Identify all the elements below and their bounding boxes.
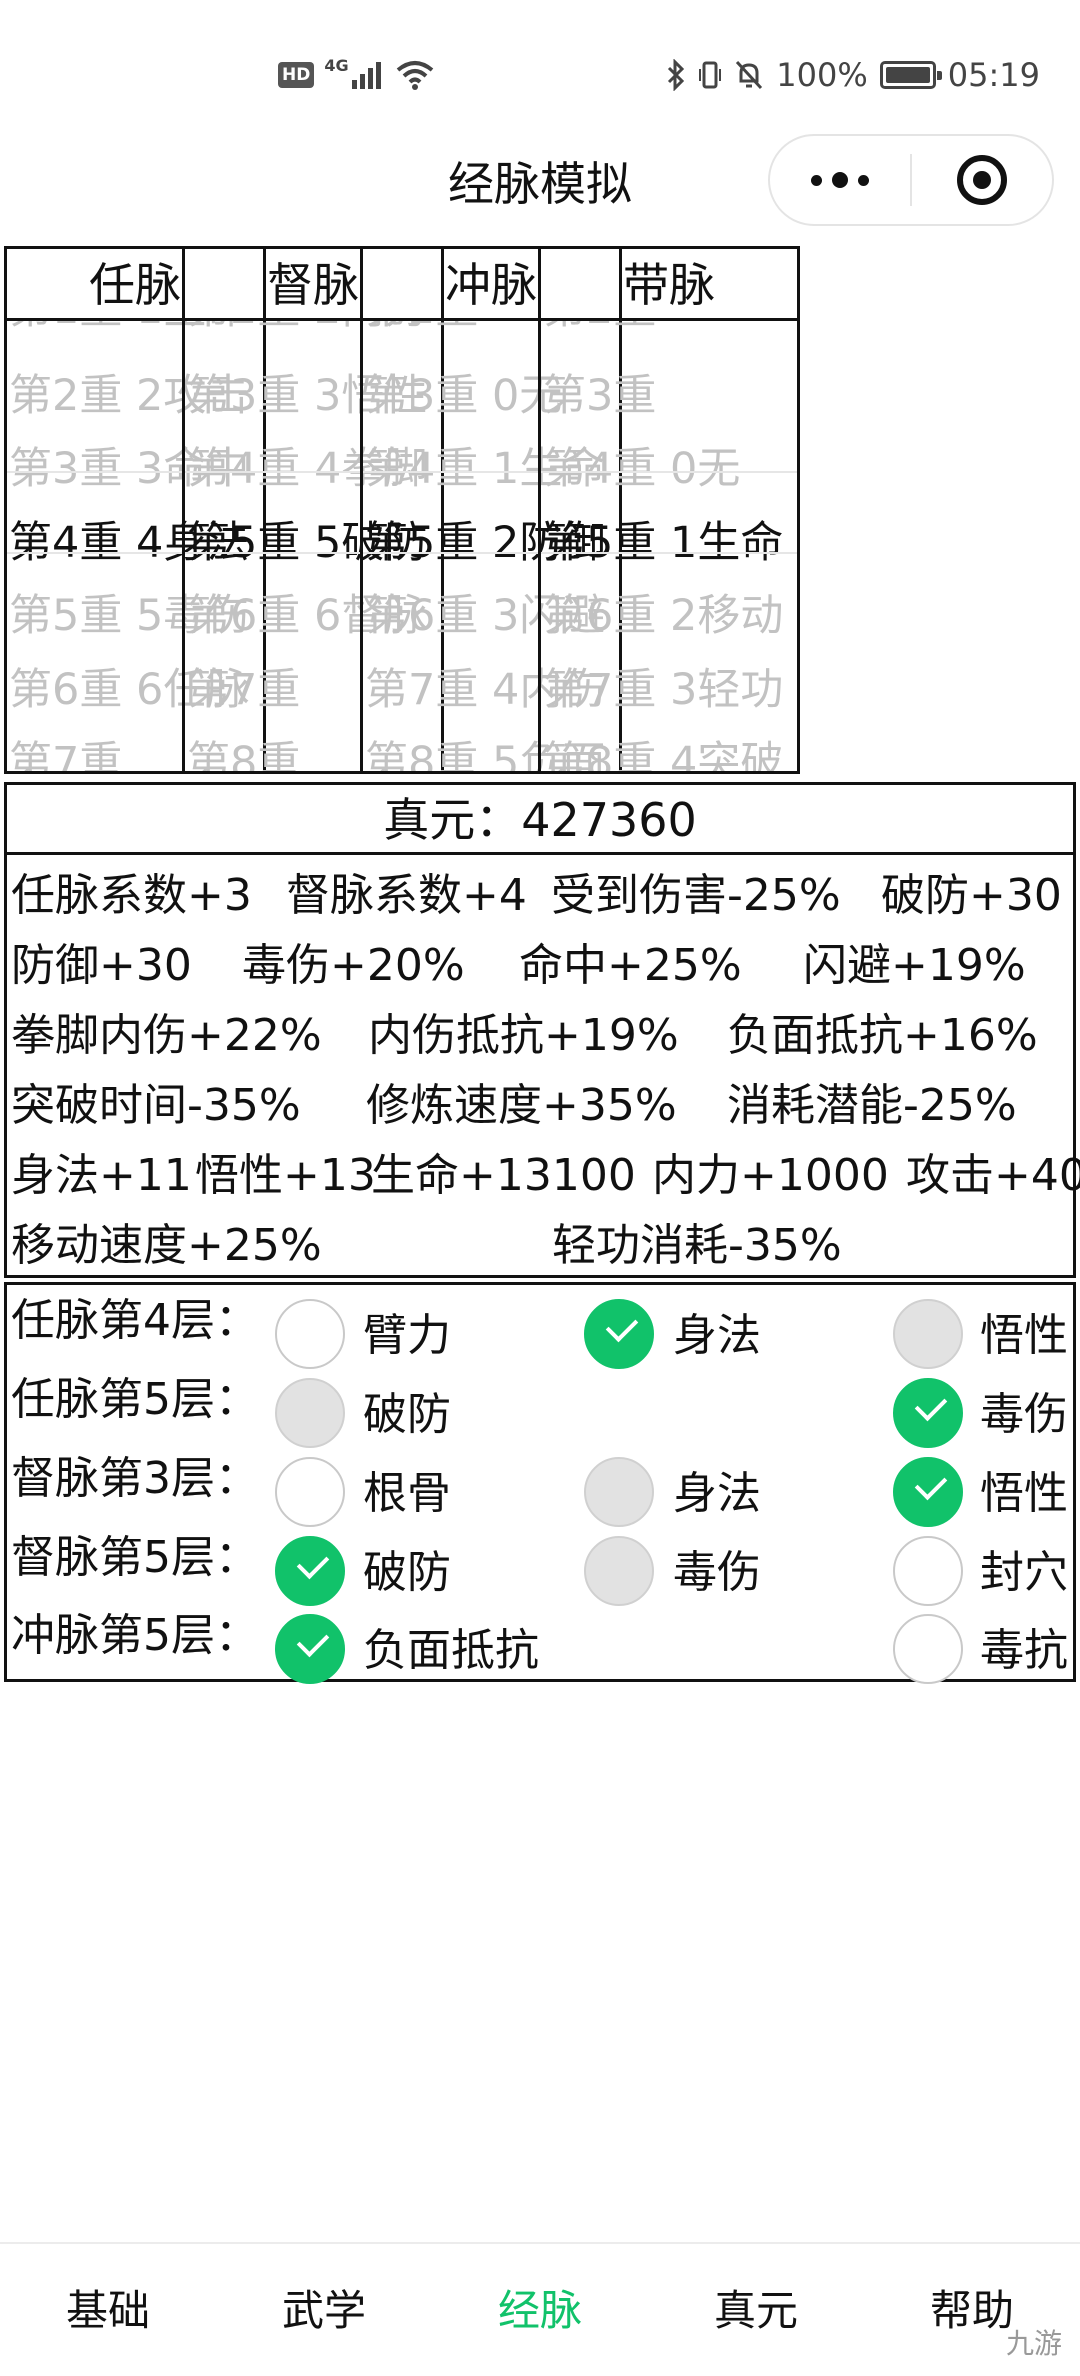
stat-item: 消耗潜能-25%	[727, 1080, 1017, 1131]
stat-item: 修炼速度+35%	[366, 1080, 677, 1131]
stat-item: 生命+13100	[371, 1150, 636, 1201]
tab-basic[interactable]: 基础	[0, 2244, 216, 2376]
stat-item: 破防+30	[881, 870, 1062, 921]
radio-checked[interactable]	[275, 1536, 345, 1606]
radio-checked[interactable]	[893, 1378, 963, 1448]
stat-item: 身法+11	[11, 1150, 192, 1201]
radio-disabled	[893, 1299, 963, 1369]
picker-item[interactable]: 第6重 2移动	[541, 579, 797, 653]
title-bar: 经脉模拟	[0, 130, 1080, 230]
option-label[interactable]: 悟性	[980, 1459, 1068, 1529]
picker-item[interactable]: 第8重 4突破	[541, 726, 797, 771]
picker-wheel[interactable]: 第2重第3重第4重 0无第5重 1生命第6重 2移动第7重 3轻功第8重 4突破	[541, 321, 797, 771]
stat-item: 任脉系数+3	[11, 870, 252, 921]
bluetooth-icon	[668, 59, 685, 91]
picker-selection-line	[541, 552, 797, 554]
stat-item: 攻击+40	[906, 1150, 1080, 1201]
status-left: HD 4G	[278, 52, 435, 98]
meridian-options: 任脉第4层： 臂力 身法 悟性 任脉第5层： 破防 毒伤 督脉第3层： 根骨 身法 悟性 督脉第5层：…	[4, 1282, 1076, 1684]
stat-item: 拳脚内伤+22%	[11, 1010, 322, 1061]
stat-item: 内伤抵抗+19%	[368, 1010, 679, 1061]
picker-header: 带脉	[541, 249, 797, 321]
wifi-icon	[396, 61, 433, 90]
tab-martial[interactable]: 武学	[216, 2244, 432, 2376]
option-row-label: 督脉第5层：	[11, 1532, 259, 1583]
picker-item[interactable]: 第4重 0无	[541, 432, 797, 506]
stat-item: 毒伤+20%	[242, 940, 465, 991]
tab-zhenyuan[interactable]: 真元	[648, 2244, 864, 2376]
tab-help[interactable]: 帮助	[864, 2244, 1080, 2376]
status-bar: HD 4G 100% 05:19	[0, 0, 1080, 150]
option-row-label: 冲脉第5层：	[11, 1610, 259, 1661]
option-label[interactable]: 臂力	[363, 1301, 451, 1371]
option-label: 身法	[673, 1468, 761, 1519]
picker-selection-line	[541, 471, 797, 473]
status-right: 100% 05:19	[666, 52, 1040, 98]
picker-item-selected[interactable]: 第5重 1生命	[541, 506, 797, 580]
radio-unchecked[interactable]	[893, 1536, 963, 1606]
signal-icon	[351, 62, 381, 89]
zhenyuan-row: 真元：427360	[7, 785, 1073, 855]
radio-disabled	[275, 1378, 345, 1448]
option-label[interactable]: 根骨	[363, 1459, 451, 1529]
option-label[interactable]: 负面抵抗	[363, 1616, 539, 1686]
stat-item: 防御+30	[11, 940, 192, 991]
stat-item: 轻功消耗-35%	[552, 1220, 842, 1271]
meridian-picker[interactable]: 带脉第2重第3重第4重 0无第5重 1生命第6重 2移动第7重 3轻功第8重 4…	[538, 246, 800, 774]
stat-item: 督脉系数+4	[286, 870, 527, 921]
stat-item: 内力+1000	[652, 1150, 889, 1201]
mute-bell-icon	[736, 60, 763, 90]
picker-item[interactable]: 第7重 3轻功	[541, 653, 797, 727]
stats-panel: 真元：427360 任脉系数+3 督脉系数+4 受到伤害-25% 破防+30 防御+30…	[4, 782, 1080, 1278]
more-dot-icon	[832, 172, 848, 188]
radio-disabled	[584, 1457, 654, 1527]
picker-item[interactable]: 第3重	[541, 359, 797, 433]
network-type: 4G	[324, 55, 349, 75]
radio-unchecked[interactable]	[893, 1614, 963, 1684]
battery-percent: 100%	[776, 56, 868, 94]
stat-item: 移动速度+25%	[11, 1220, 322, 1271]
radio-unchecked[interactable]	[275, 1457, 345, 1527]
option-label[interactable]: 身法	[673, 1301, 761, 1371]
more-button[interactable]	[770, 136, 910, 224]
zhenyuan-label: 真元：	[383, 793, 522, 847]
battery-level	[885, 67, 930, 83]
stat-item: 命中+25%	[519, 940, 742, 991]
target-icon	[956, 155, 1007, 205]
vibrate-icon	[699, 61, 722, 89]
radio-disabled	[584, 1536, 654, 1606]
stat-item: 受到伤害-25%	[551, 870, 841, 921]
meridian-pickers: 任脉第1重 1生命第2重 2攻击第3重 3命中第4重 4身法第5重 5毒伤第6重…	[4, 246, 1076, 774]
close-button[interactable]	[912, 136, 1052, 224]
option-row-label: 任脉第5层：	[11, 1374, 259, 1425]
option-label: 毒伤	[673, 1547, 761, 1598]
option-row-label: 督脉第3层：	[11, 1453, 259, 1504]
option-label: 破防	[363, 1389, 451, 1440]
mini-program-capsule	[768, 134, 1054, 226]
radio-checked[interactable]	[584, 1299, 654, 1369]
zhenyuan-value: 427360	[521, 793, 697, 847]
more-dot-icon	[858, 174, 869, 186]
battery-icon	[879, 61, 942, 89]
option-label[interactable]: 毒抗	[980, 1616, 1068, 1686]
stat-item: 负面抵抗+16%	[727, 1010, 1038, 1061]
tab-bar: 九游 基础 武学 经脉 真元 帮助	[0, 2242, 1080, 2376]
stat-item: 闪避+19%	[803, 940, 1026, 991]
picker-item[interactable]: 第2重	[541, 321, 797, 346]
option-label[interactable]: 破防	[363, 1538, 451, 1608]
option-label: 悟性	[980, 1310, 1068, 1361]
radio-checked[interactable]	[275, 1614, 345, 1684]
option-label[interactable]: 封穴	[980, 1538, 1068, 1608]
stat-item: 突破时间-35%	[11, 1080, 301, 1131]
stat-item: 悟性+13	[195, 1150, 376, 1201]
option-label[interactable]: 毒伤	[980, 1380, 1068, 1450]
radio-unchecked[interactable]	[275, 1299, 345, 1369]
radio-checked[interactable]	[893, 1457, 963, 1527]
hd-badge: HD	[278, 62, 315, 88]
clock: 05:19	[947, 56, 1040, 94]
option-row-label: 任脉第4层：	[11, 1295, 259, 1346]
more-dot-icon	[811, 174, 822, 186]
tab-meridian[interactable]: 经脉	[432, 2244, 648, 2376]
